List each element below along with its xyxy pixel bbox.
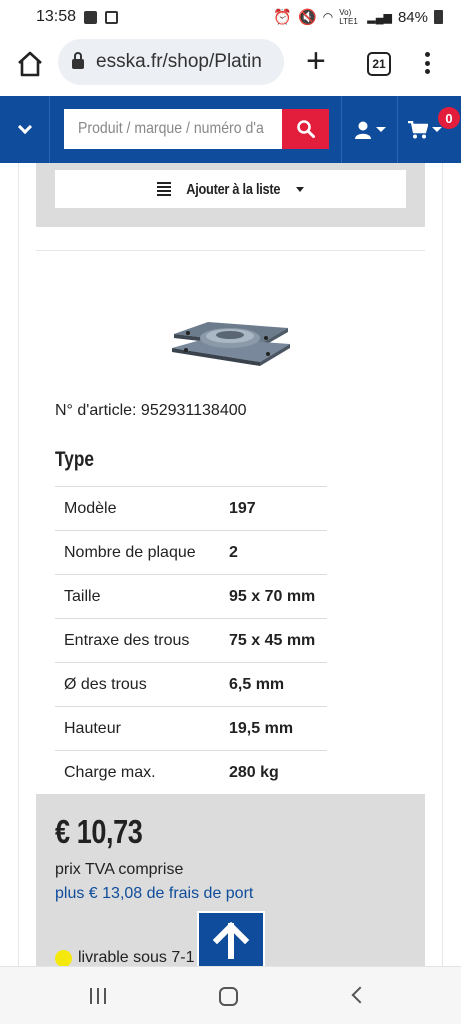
spec-value: 95 x 70 mm bbox=[229, 587, 316, 605]
caret-down-icon bbox=[432, 127, 442, 132]
vat-note: prix TVA comprise bbox=[55, 861, 184, 878]
wifi-icon: ◠ bbox=[322, 10, 334, 24]
search-icon bbox=[296, 120, 315, 138]
spec-row: Ø des trous 6,5 mm bbox=[55, 662, 327, 707]
spec-row: Modèle 197 bbox=[55, 486, 327, 531]
spec-value: 280 kg bbox=[229, 763, 279, 781]
battery-level: 84% bbox=[397, 8, 428, 26]
mute-icon: 🔇 bbox=[298, 9, 317, 26]
spec-label: Ø des trous bbox=[64, 675, 147, 693]
spec-value: 6,5 mm bbox=[229, 675, 285, 693]
spec-label: Taille bbox=[64, 587, 101, 605]
gallery-notification-icon bbox=[84, 10, 98, 24]
user-icon bbox=[354, 121, 371, 139]
availability-status: livrable sous 7-1 bbox=[55, 949, 195, 966]
divider bbox=[36, 250, 425, 251]
search-button[interactable] bbox=[282, 109, 329, 149]
caret-down-icon bbox=[295, 186, 304, 192]
list-icon bbox=[157, 182, 172, 196]
type-heading: Type bbox=[55, 448, 94, 471]
status-bar: 13:58 ⏰ 🔇 ◠ Vo) LTE1 ▂▄▆ 84% bbox=[0, 0, 461, 34]
network-label: Vo) LTE1 bbox=[339, 8, 358, 26]
spec-row: Hauteur 19,5 mm bbox=[55, 706, 327, 751]
twitch-notification-icon bbox=[105, 10, 119, 24]
battery-icon bbox=[434, 10, 443, 24]
alarm-icon: ⏰ bbox=[273, 9, 293, 26]
spec-value: 2 bbox=[229, 543, 238, 561]
back-button[interactable] bbox=[351, 986, 369, 1004]
spec-value: 197 bbox=[229, 499, 256, 517]
account-button[interactable] bbox=[341, 96, 398, 163]
category-menu-toggle[interactable] bbox=[0, 96, 50, 163]
availability-text: livrable sous 7-1 bbox=[78, 949, 195, 966]
spec-label: Charge max. bbox=[64, 763, 156, 781]
article-number: N° d'article: 952931138400 bbox=[55, 402, 247, 419]
add-to-list-label: Ajouter à la liste bbox=[186, 180, 281, 198]
home-icon bbox=[18, 51, 42, 77]
caret-down-icon bbox=[375, 127, 386, 132]
tab-switcher-button[interactable]: 21 bbox=[367, 52, 391, 76]
shipping-link[interactable]: plus € 13,08 de frais de port bbox=[55, 885, 253, 903]
address-bar[interactable]: esska.fr/shop/Platin bbox=[58, 39, 284, 85]
spec-value: 75 x 45 mm bbox=[229, 631, 316, 649]
availability-indicator-icon bbox=[55, 949, 72, 966]
add-to-list-button[interactable]: Ajouter à la liste bbox=[55, 170, 406, 208]
clock: 13:58 bbox=[36, 8, 77, 25]
spec-row: Nombre de plaque 2 bbox=[55, 530, 327, 575]
arrow-up-icon bbox=[212, 922, 250, 959]
site-header: Produit / marque / numéro d'a bbox=[0, 96, 461, 163]
price: € 10,73 bbox=[55, 813, 143, 850]
cart-count-badge: 0 bbox=[438, 107, 460, 129]
spec-row: Charge max. 280 kg bbox=[55, 750, 327, 795]
browser-toolbar: esska.fr/shop/Platin + 21 bbox=[0, 34, 461, 96]
search-input[interactable]: Produit / marque / numéro d'a bbox=[64, 109, 282, 149]
lock-icon bbox=[72, 52, 84, 69]
spec-label: Hauteur bbox=[64, 719, 121, 737]
spec-row: Taille 95 x 70 mm bbox=[55, 574, 327, 619]
spec-row: Entraxe des trous 75 x 45 mm bbox=[55, 618, 327, 663]
system-navigation-bar bbox=[0, 966, 461, 1024]
chevron-down-icon bbox=[17, 119, 32, 135]
product-image bbox=[172, 322, 290, 366]
spec-value: 19,5 mm bbox=[229, 719, 294, 737]
tab-count: 21 bbox=[372, 57, 386, 71]
cart-icon bbox=[408, 120, 428, 138]
signal-icon: ▂▄▆ bbox=[367, 11, 392, 24]
cart-button[interactable] bbox=[399, 96, 461, 163]
home-nav-button[interactable] bbox=[219, 987, 238, 1006]
specifications-table: Modèle 197 Nombre de plaque 2 Taille 95 x 70 … bbox=[55, 486, 327, 795]
home-button[interactable] bbox=[14, 48, 46, 80]
spec-label: Modèle bbox=[64, 499, 117, 517]
search-placeholder: Produit / marque / numéro d'a bbox=[78, 120, 264, 137]
recent-apps-button[interactable] bbox=[90, 988, 106, 1004]
url-text: esska.fr/shop/Platin bbox=[96, 51, 262, 72]
spec-label: Entraxe des trous bbox=[64, 631, 190, 649]
browser-menu-button[interactable] bbox=[420, 48, 434, 78]
spec-label: Nombre de plaque bbox=[64, 543, 196, 561]
new-tab-button[interactable]: + bbox=[306, 44, 326, 78]
page-content: Ajouter à la liste N° d'article: 9529311… bbox=[0, 163, 461, 966]
scroll-to-top-button[interactable] bbox=[197, 911, 265, 966]
